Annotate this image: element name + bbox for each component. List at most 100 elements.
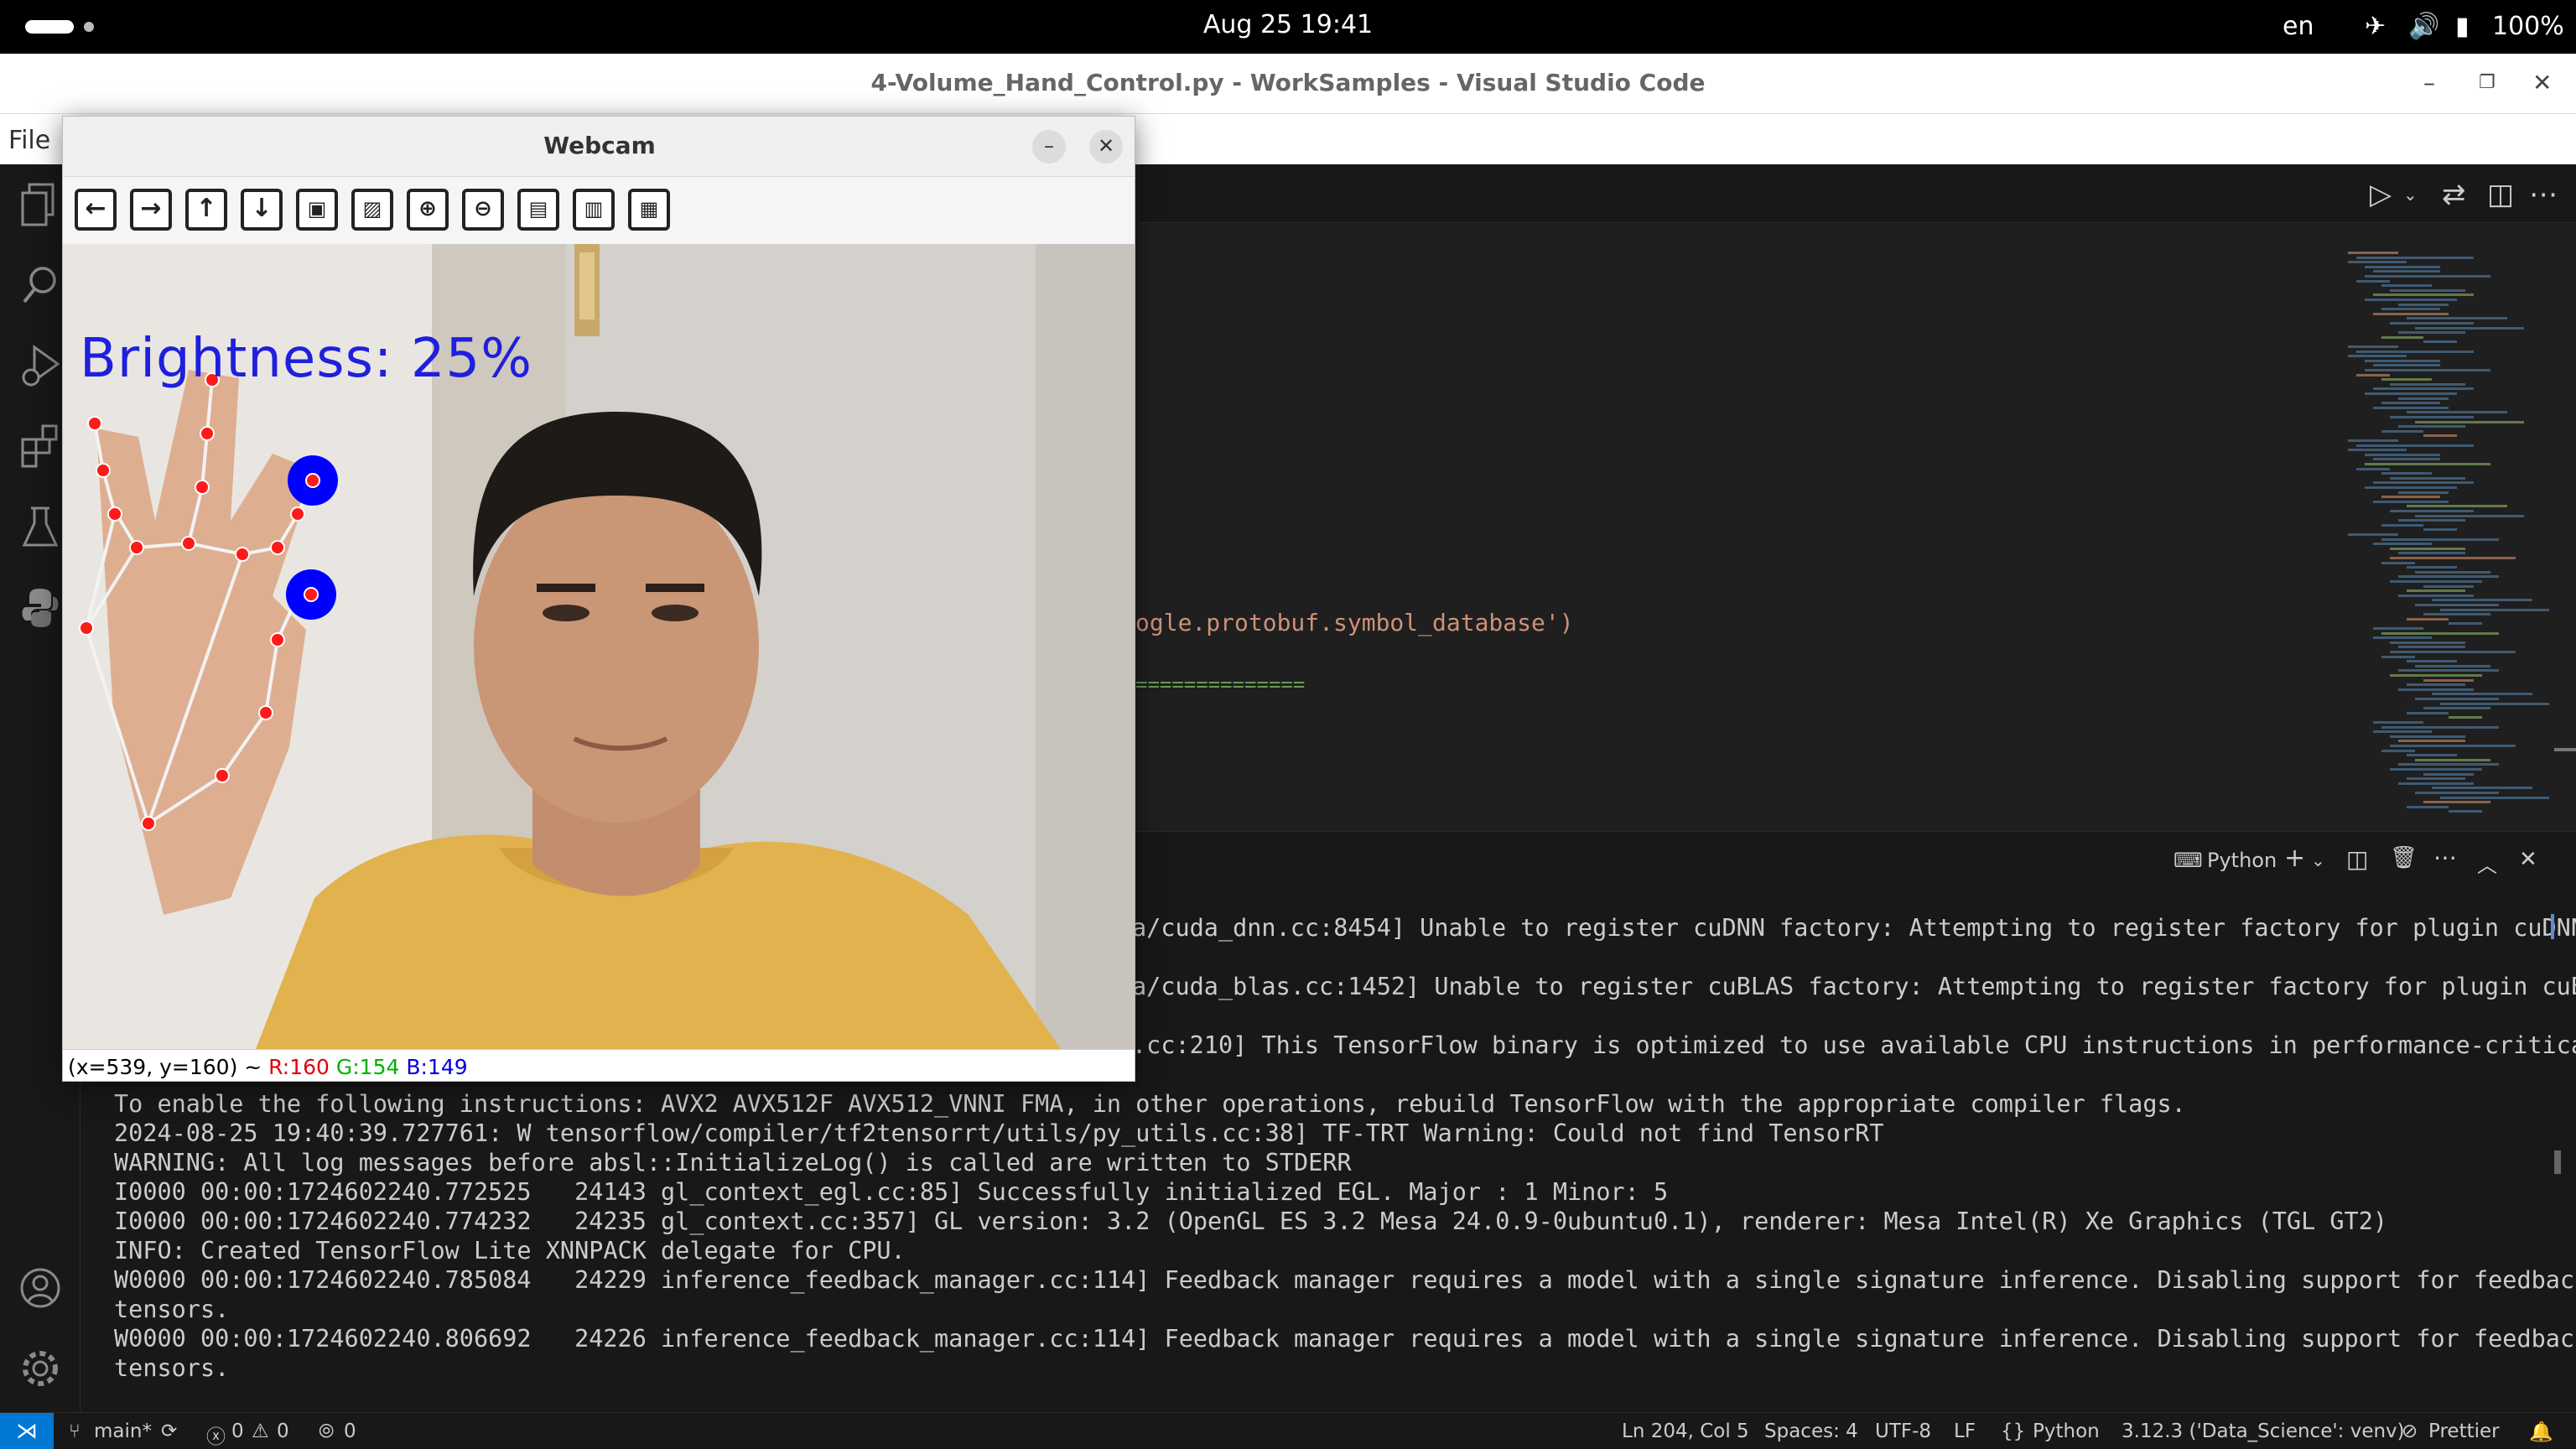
errors-icon[interactable]: ⓧ xyxy=(206,1420,226,1449)
terminal-line: a/cuda_blas.cc:1452] Unable to register … xyxy=(1132,973,2576,1000)
settings-gear-icon[interactable] xyxy=(17,1345,64,1392)
zoom-original-icon[interactable]: ▨ xyxy=(351,189,393,231)
pixel-green-value: G:154 xyxy=(335,1055,400,1079)
sync-icon[interactable]: ⟳ xyxy=(161,1420,177,1442)
minimap-line xyxy=(2373,721,2423,724)
minimap-line xyxy=(2348,533,2398,536)
encoding[interactable]: UTF-8 xyxy=(1875,1420,1931,1442)
terminal-shell-label[interactable]: Python xyxy=(2207,849,2277,872)
indentation[interactable]: Spaces: 4 xyxy=(1764,1420,1858,1442)
close-window-button[interactable]: ✕ xyxy=(2532,69,2552,96)
properties-icon[interactable]: ▦ xyxy=(628,189,670,231)
minimap-line xyxy=(2390,382,2465,386)
minimap[interactable] xyxy=(2348,252,2549,839)
minimap-line xyxy=(2390,745,2516,747)
editor-scroll-marker xyxy=(2554,748,2576,751)
terminal-shell-icon[interactable]: ⌨ xyxy=(2174,849,2203,872)
remote-indicator-icon[interactable]: ⋊ xyxy=(0,1413,54,1449)
zoom-out-icon[interactable]: ⊖ xyxy=(462,189,504,231)
pan-left-icon[interactable]: ← xyxy=(75,189,117,231)
language-braces-icon[interactable]: {} xyxy=(2001,1420,2025,1442)
minimap-line xyxy=(2381,496,2440,499)
account-icon[interactable] xyxy=(17,1265,64,1311)
cursor-position[interactable]: Ln 204, Col 5 xyxy=(1622,1420,1749,1442)
webcam-frame[interactable]: Brightness: 25% xyxy=(63,244,1135,1049)
minimap-line xyxy=(2365,299,2457,301)
save-image-icon[interactable]: ▤ xyxy=(517,189,559,231)
minimap-line xyxy=(2423,613,2490,616)
extensions-icon[interactable] xyxy=(17,423,64,470)
pan-up-icon[interactable]: ↑ xyxy=(185,189,227,231)
split-terminal-icon[interactable]: ◫ xyxy=(2346,845,2368,873)
pan-right-icon[interactable]: → xyxy=(130,189,172,231)
minimap-line xyxy=(2356,256,2474,259)
minimap-line xyxy=(2381,538,2499,541)
pixel-coordinates: (x=539, y=160) ~ xyxy=(68,1055,262,1079)
webcam-minimize-button[interactable]: – xyxy=(1032,130,1066,164)
webcam-title-bar[interactable]: Webcam – ✕ xyxy=(63,117,1135,177)
minimap-line xyxy=(2407,805,2449,808)
terminal-scrollbar[interactable] xyxy=(2554,1150,2561,1174)
zoom-in-icon[interactable]: ⊕ xyxy=(407,189,449,231)
copy-clipboard-icon[interactable]: ▥ xyxy=(573,189,615,231)
warnings-count[interactable]: 0 xyxy=(277,1420,289,1442)
search-icon[interactable] xyxy=(17,262,64,309)
language-mode[interactable]: Python xyxy=(2033,1420,2100,1442)
minimap-line xyxy=(2373,270,2440,273)
minimap-line xyxy=(2432,599,2532,602)
terminal-dropdown-chevron-icon[interactable]: ⌄ xyxy=(2311,850,2325,870)
pan-down-icon[interactable]: ↓ xyxy=(241,189,283,231)
ports-count[interactable]: 0 xyxy=(344,1420,356,1442)
prettier-status[interactable]: Prettier xyxy=(2428,1420,2500,1442)
minimap-line xyxy=(2365,453,2440,456)
branch-icon[interactable]: ⑂ xyxy=(69,1420,80,1442)
airplane-mode-icon[interactable]: ✈ xyxy=(2365,12,2386,41)
compare-changes-icon[interactable]: ⇄ xyxy=(2442,178,2466,211)
explorer-icon[interactable] xyxy=(17,181,64,228)
testing-icon[interactable] xyxy=(17,503,64,550)
minimap-line xyxy=(2398,331,2465,335)
close-panel-icon[interactable]: ✕ xyxy=(2519,847,2537,872)
restore-button[interactable]: ❐ xyxy=(2479,72,2496,93)
run-debug-icon[interactable] xyxy=(17,342,64,389)
code-line-separator[interactable]: ============== xyxy=(1135,673,1305,696)
warnings-icon[interactable]: ⚠ xyxy=(252,1420,269,1442)
maximize-panel-icon[interactable]: ︿ xyxy=(2477,849,2497,878)
python-interpreter[interactable]: 3.12.3 ('Data_Science': venv) xyxy=(2122,1420,2405,1442)
webcam-close-button[interactable]: ✕ xyxy=(1089,130,1123,164)
menu-file[interactable]: File xyxy=(8,126,50,155)
branch-name[interactable]: main* xyxy=(94,1420,152,1442)
run-file-icon[interactable]: ▷ xyxy=(2370,178,2392,211)
kill-terminal-icon[interactable]: 🗑 xyxy=(2390,845,2418,870)
code-line-protobuf[interactable]: ogle.protobuf.symbol_database') xyxy=(1135,609,1574,636)
minimap-line xyxy=(2398,782,2474,785)
new-terminal-icon[interactable]: + xyxy=(2284,844,2305,873)
minimap-line xyxy=(2407,711,2449,714)
zoom-fit-icon[interactable]: ▣ xyxy=(296,189,338,231)
run-dropdown-chevron-icon[interactable]: ⌄ xyxy=(2403,184,2418,205)
notifications-bell-icon[interactable]: 🔔 xyxy=(2529,1420,2553,1443)
minimap-line xyxy=(2415,514,2524,517)
terminal-scroll-marker xyxy=(2551,914,2554,939)
keyboard-language[interactable]: en xyxy=(2283,12,2314,41)
more-actions-icon[interactable]: ⋯ xyxy=(2529,178,2558,211)
volume-icon[interactable]: 🔊 xyxy=(2408,12,2439,41)
split-editor-icon[interactable]: ◫ xyxy=(2487,178,2514,211)
minimap-line xyxy=(2356,467,2390,470)
errors-count[interactable]: 0 xyxy=(231,1420,244,1442)
battery-icon[interactable]: ▮ xyxy=(2455,12,2470,41)
python-icon[interactable] xyxy=(17,584,64,631)
minimize-button[interactable]: – xyxy=(2423,69,2435,96)
ports-icon[interactable]: ⦾ xyxy=(319,1420,334,1442)
terminal-more-icon[interactable]: ⋯ xyxy=(2433,844,2457,871)
minimap-line xyxy=(2381,378,2432,382)
end-of-line[interactable]: LF xyxy=(1954,1420,1976,1442)
prettier-icon[interactable]: ⊘ xyxy=(2402,1420,2418,1442)
clock[interactable]: Aug 25 19:41 xyxy=(0,10,2576,39)
minimap-line xyxy=(2381,308,2440,311)
minimap-line xyxy=(2415,604,2499,606)
minimap-line xyxy=(2356,279,2390,283)
minimap-line xyxy=(2348,252,2398,254)
status-bar: ⋊ ⑂ main* ⟳ ⓧ 0 ⚠ 0 ⦾ 0 Ln 204, Col 5 Sp… xyxy=(0,1412,2576,1449)
minimap-line xyxy=(2415,758,2490,761)
